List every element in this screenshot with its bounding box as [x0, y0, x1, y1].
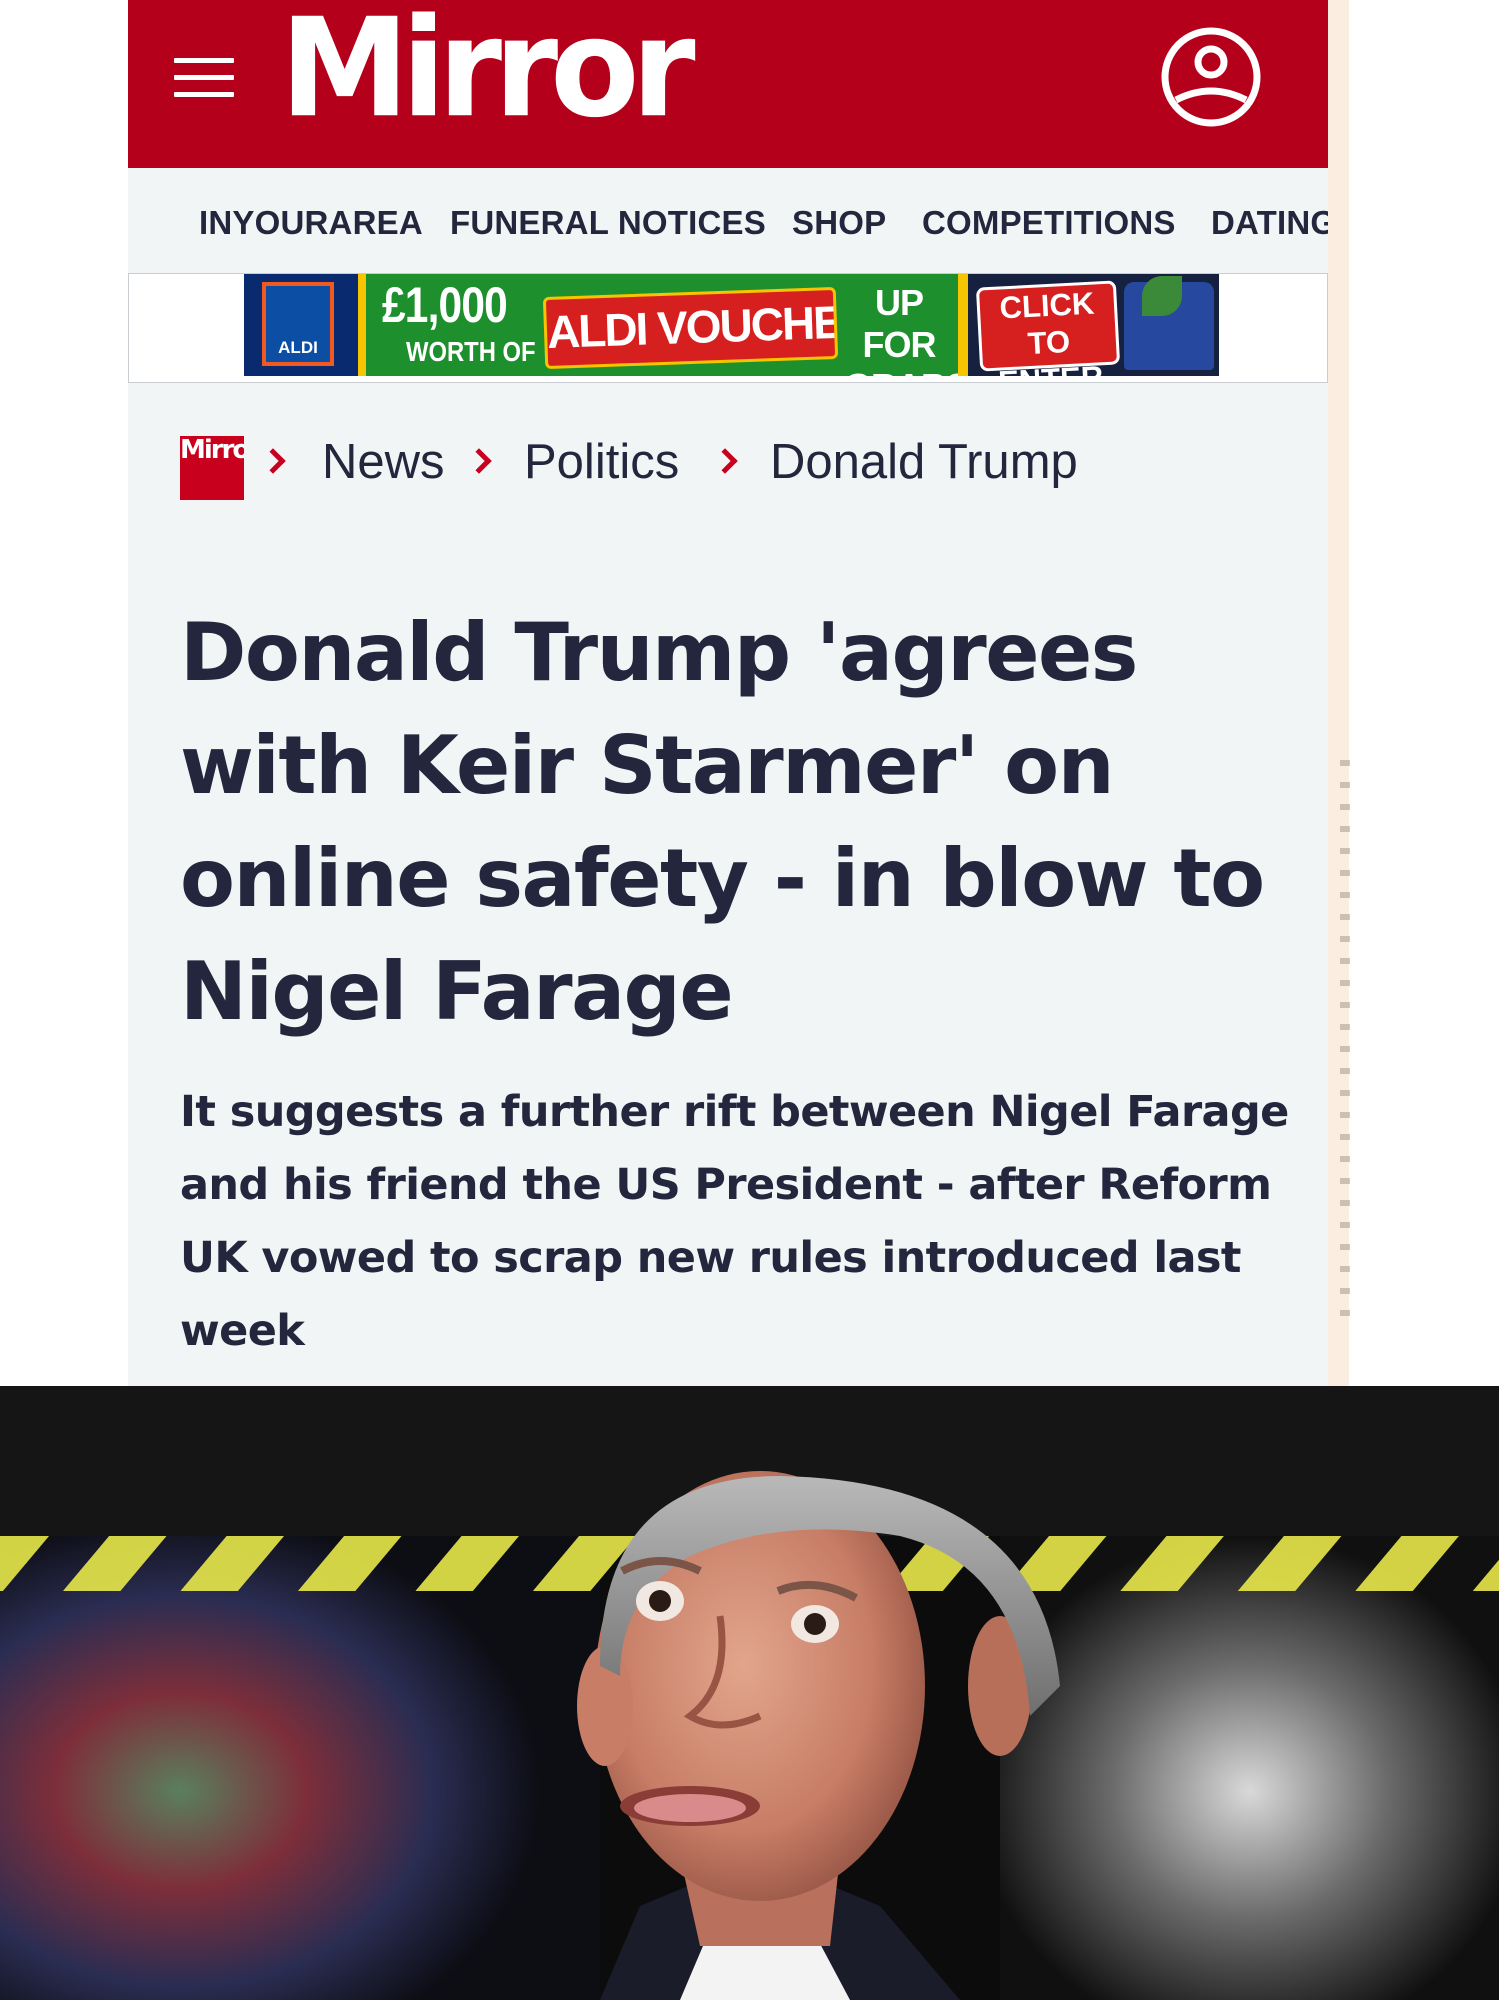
section-nav: INYOURAREA FUNERAL NOTICES SHOP COMPETIT… [128, 168, 1328, 273]
nigel-farage-photo [0, 1386, 1499, 2000]
nav-item-shop[interactable]: SHOP [792, 204, 886, 242]
article-standfirst: It suggests a further rift between Nigel… [180, 1076, 1320, 1368]
nav-item-funeral-notices[interactable]: FUNERAL NOTICES [450, 204, 766, 242]
ad-click-to: CLICK TO [998, 285, 1096, 362]
chevron-right-icon [466, 448, 492, 474]
breadcrumb-mirror-logo[interactable]: Mirror [180, 436, 244, 500]
pineapple-leaf-image [1142, 276, 1182, 316]
ad-amount: £1,000 [382, 277, 508, 333]
aldi-ad-banner[interactable]: ALDI £1,000 WORTH OF ALDI VOUCHERS UP FO… [244, 274, 1219, 376]
ad-up-for-grabs: UP FOR GRABS [844, 282, 970, 376]
mirror-article-page: Mirror INYOURAREA FUNERAL NOTICES SHOP C… [128, 0, 1328, 1386]
menu-icon[interactable] [174, 58, 234, 98]
masthead: Mirror [128, 0, 1328, 168]
nav-item-inyourarea[interactable]: INYOURAREA [199, 204, 423, 242]
chevron-right-icon [712, 448, 738, 474]
standfirst-line: and his friend the US President - after … [180, 1160, 1272, 1210]
ad-divider [958, 274, 968, 376]
standfirst-line: It suggests a further rift between Nigel… [180, 1087, 1289, 1137]
standfirst-line: week [180, 1306, 305, 1356]
breadcrumb-logo-text: Mirror [180, 436, 244, 465]
ad-brand-block: ALDI [244, 274, 366, 376]
headline-line: with Keir Starmer' on [180, 719, 1115, 812]
side-panel-text [1340, 760, 1350, 1320]
headline-line: online safety - in blow to [180, 832, 1265, 925]
breadcrumb-politics[interactable]: Politics [524, 434, 679, 490]
article-headline: Donald Trump 'agrees with Keir Starmer' … [180, 596, 1310, 1048]
ad-vouchers-label: ALDI VOUCHERS [542, 286, 839, 370]
ad-up-for: UP FOR [862, 282, 937, 365]
chevron-right-icon [260, 448, 286, 474]
mirror-logo[interactable]: Mirror [280, 0, 696, 147]
breadcrumb-news[interactable]: News [322, 434, 445, 490]
ad-slot: ALDI £1,000 WORTH OF ALDI VOUCHERS UP FO… [128, 273, 1328, 383]
headline-line: Donald Trump 'agrees [180, 606, 1138, 699]
standfirst-line: UK vowed to scrap new rules introduced l… [180, 1233, 1241, 1283]
ad-grabs: GRABS [844, 366, 970, 376]
headline-line: Nigel Farage [180, 945, 734, 1038]
nav-item-dating[interactable]: DATING [1211, 204, 1328, 242]
aldi-logo: ALDI [262, 282, 334, 366]
aldi-logo-text: ALDI [278, 338, 318, 357]
article-hero-photo [0, 1386, 1499, 2000]
ad-click-to-enter-button[interactable]: CLICK TO ENTER [975, 280, 1121, 376]
nav-item-competitions[interactable]: COMPETITIONS [922, 204, 1176, 242]
account-icon[interactable] [1160, 26, 1262, 128]
ad-worth-of: WORTH OF [406, 336, 536, 367]
breadcrumb-donald-trump[interactable]: Donald Trump [770, 434, 1078, 490]
